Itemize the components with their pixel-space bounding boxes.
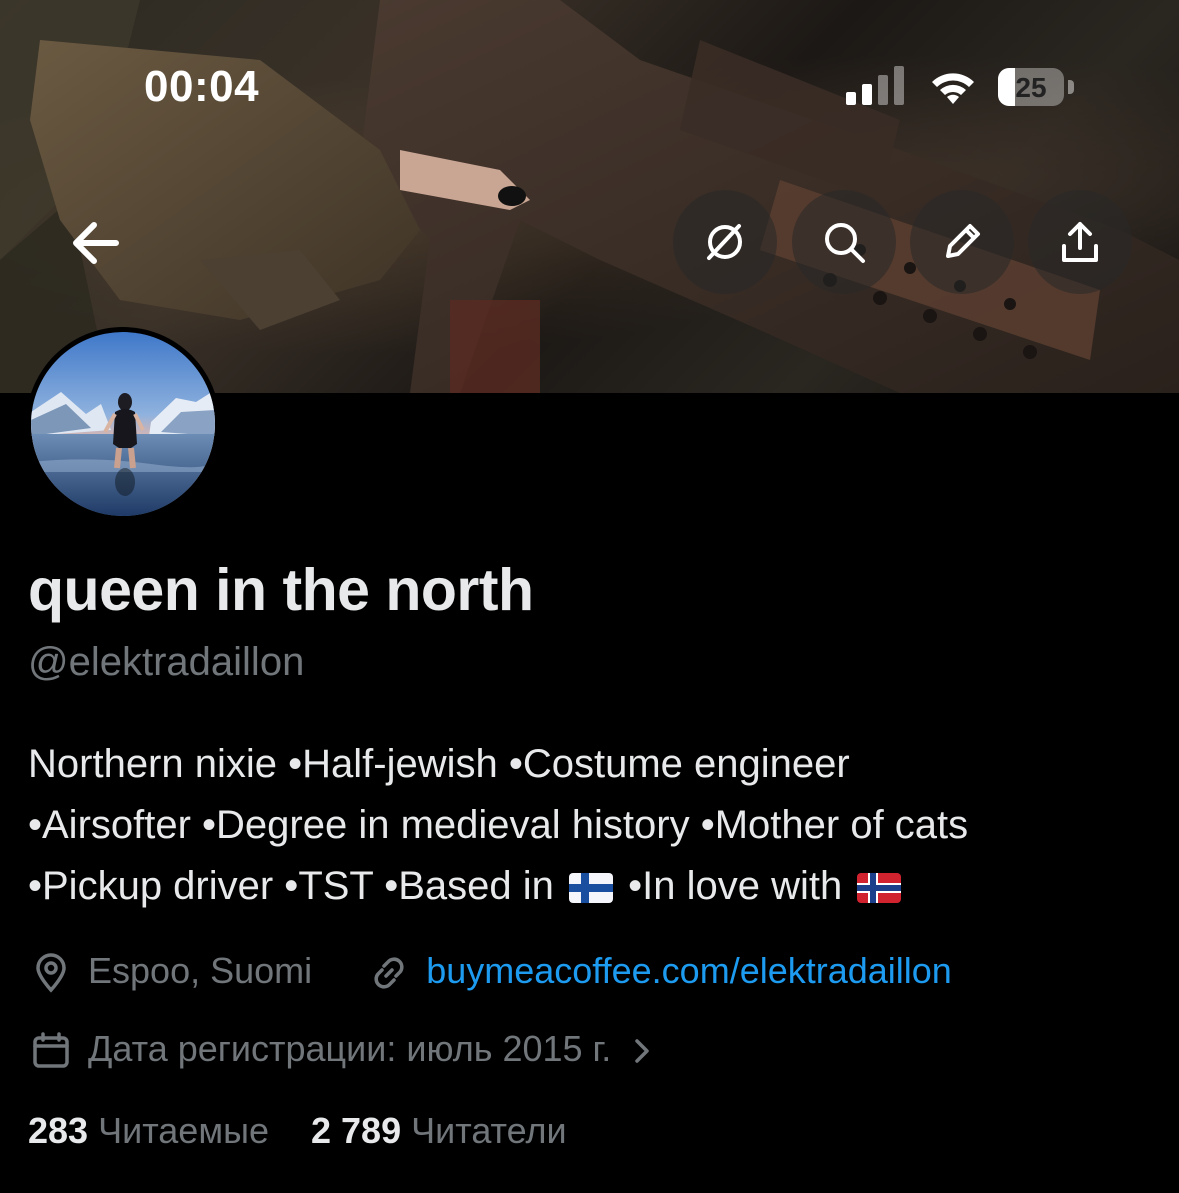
bio-line-3-love: •In love with [628,864,843,908]
battery-indicator: 25 [998,68,1064,106]
finland-flag-icon [569,873,614,904]
search-button[interactable] [792,190,896,294]
avatar[interactable] [26,327,220,521]
followers-count: 2 789 [311,1110,402,1151]
bio-line-3-text: •Pickup driver •TST •Based in [28,864,554,908]
followers-label: Читатели [411,1110,567,1151]
status-time: 00:04 [144,62,260,111]
pencil-icon [946,224,980,258]
profile-meta-row: Espoo, Suomi buymeacoffee.com/elektradai… [30,950,952,994]
following-count: 283 [28,1110,89,1151]
location-text: Espoo, Suomi [88,950,313,991]
user-handle: @elektradaillon [28,640,305,684]
joined-date-row[interactable]: Дата регистрации: июль 2015 г. [30,1028,657,1072]
followers-stat[interactable]: 2 789 Читатели [311,1110,567,1151]
share-icon [1062,222,1098,262]
location-pin-icon [36,953,66,994]
grok-icon [707,224,742,260]
profile-banner[interactable] [0,0,1179,393]
display-name: queen in the north [28,557,534,623]
website-link[interactable]: buymeacoffee.com/elektradaillon [426,950,952,991]
share-button[interactable] [1028,190,1132,294]
back-button[interactable] [36,183,156,303]
link-icon [374,957,404,990]
search-icon [825,223,865,263]
banner-image [0,0,1179,393]
norway-flag-icon [857,873,902,904]
bio-line-2: •Airsofter •Degree in medieval history •… [28,803,969,847]
following-stat[interactable]: 283 Читаемые [28,1110,279,1151]
battery-level: 25 [1015,72,1047,103]
battery-cap [1068,80,1074,94]
edit-button[interactable] [910,190,1014,294]
following-label: Читаемые [98,1110,269,1151]
avatar-image [31,332,215,516]
grok-button[interactable] [673,190,777,294]
arrow-left-icon [73,222,119,264]
follow-stats: 283 Читаемые 2 789 Читатели [28,1110,567,1152]
wifi-icon [932,73,974,104]
joined-date-text: Дата регистрации: июль 2015 г. [88,1028,612,1069]
bio-line-1: Northern nixie •Half-jewish •Costume eng… [28,742,850,786]
bio-line-3: •Pickup driver •TST •Based in •In love w… [28,864,905,909]
calendar-icon [33,1032,69,1069]
cellular-signal-icon [846,66,904,105]
chevron-right-icon [635,1039,650,1064]
